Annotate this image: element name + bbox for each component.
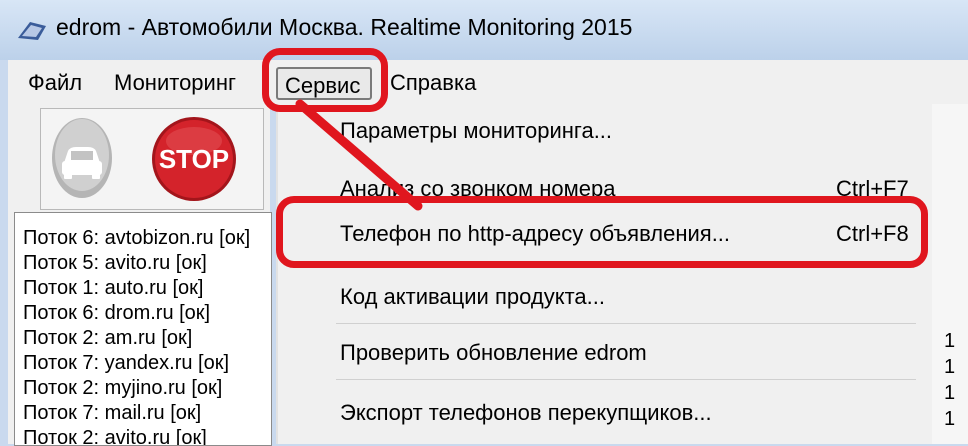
log-line: Поток 6: avtobizon.ru [ок] xyxy=(23,227,251,249)
right-cell: 1 xyxy=(944,382,956,404)
app-icon xyxy=(18,22,46,40)
right-cell: 1 xyxy=(944,330,956,352)
log-line: Поток 7: mail.ru [ок] xyxy=(23,402,202,424)
log-line: Поток 1: auto.ru [ок] xyxy=(23,277,204,299)
menu-item-phone-by-url[interactable]: Телефон по http-адресу объявления... xyxy=(340,221,730,247)
menu-separator xyxy=(336,379,916,380)
right-cell: 1 xyxy=(944,356,956,378)
menu-monitoring[interactable]: Мониторинг xyxy=(114,70,258,96)
menu-item-monitoring-params[interactable]: Параметры мониторинга... xyxy=(340,118,612,144)
stop-button-label: STOP xyxy=(159,144,229,174)
menu-separator xyxy=(336,323,916,324)
menu-item-export-phones[interactable]: Экспорт телефонов перекупщиков... xyxy=(340,400,712,426)
menu-file[interactable]: Файл xyxy=(28,70,82,96)
log-line: Поток 2: myjino.ru [ок] xyxy=(23,377,223,399)
window-title: edrom - Автомобили Москва. Realtime Moni… xyxy=(56,14,633,40)
log-line: Поток 5: avito.ru [ок] xyxy=(23,252,207,274)
menu-service[interactable]: Сервис xyxy=(276,67,372,100)
log-line: Поток 2: avito.ru [ок] xyxy=(23,427,207,446)
log-line: Поток 2: am.ru [ок] xyxy=(23,327,193,349)
log-list[interactable]: Поток 6: avtobizon.ru [ок] Поток 5: avit… xyxy=(14,212,272,446)
start-monitoring-button[interactable] xyxy=(50,115,114,201)
menu-item-call-analysis[interactable]: Анализ со звонком номера xyxy=(340,176,615,202)
right-cell: 1 xyxy=(944,408,956,430)
menu-item-check-update[interactable]: Проверить обновление edrom xyxy=(340,340,647,366)
log-line: Поток 6: drom.ru [ок] xyxy=(23,302,211,324)
dropdown-gutter xyxy=(276,104,278,444)
menu-item-activation-code[interactable]: Код активации продукта... xyxy=(340,284,605,310)
menu-service-label: Сервис xyxy=(285,73,361,98)
log-line: Поток 7: yandex.ru [ок] xyxy=(23,352,230,374)
menu-help[interactable]: Справка xyxy=(390,70,476,96)
shortcut-ctrl-f8: Ctrl+F8 xyxy=(836,221,909,246)
service-dropdown xyxy=(276,104,934,444)
shortcut-ctrl-f7: Ctrl+F7 xyxy=(836,176,909,201)
stop-button[interactable]: STOP xyxy=(150,115,238,203)
